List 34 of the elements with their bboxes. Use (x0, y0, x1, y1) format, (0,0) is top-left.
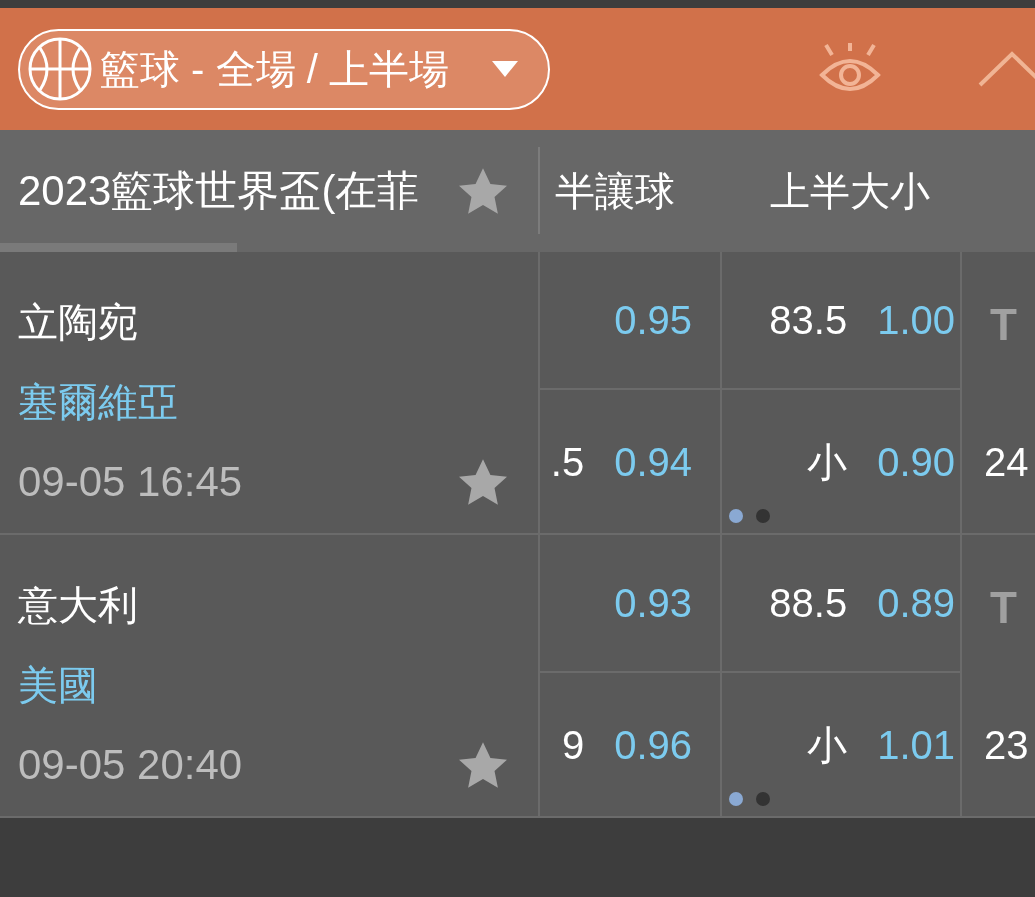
team-name: 意大利 (18, 585, 138, 625)
odds-value[interactable]: 1.00 (877, 300, 955, 340)
total-line: 83.5 (769, 300, 848, 340)
sport-selector[interactable]: 籃球 - 全場 / 上半場 (18, 28, 550, 110)
tv-label: T (990, 586, 1017, 630)
handicap-line: 9 (561, 724, 585, 765)
handicap-line: .5 (550, 441, 585, 482)
match-time: 09-05 20:40 (18, 744, 243, 786)
match-time: 09-05 16:45 (18, 461, 243, 503)
team-name: 立陶宛 (18, 302, 138, 342)
star-icon[interactable] (459, 742, 507, 788)
total-line: 88.5 (769, 583, 848, 623)
team-name: 美國 (18, 665, 98, 705)
odds-value[interactable]: 0.93 (614, 583, 692, 623)
odds-value[interactable]: 0.95 (614, 300, 692, 340)
odds-value[interactable]: 0.94 (614, 441, 692, 482)
caret-icon (492, 61, 518, 77)
total-line: 小 (807, 441, 848, 482)
total-line: 小 (807, 724, 848, 765)
basketball-icon (28, 37, 92, 101)
chevron-up-icon[interactable] (978, 51, 1035, 87)
league-title: 2023籃球世界盃(在菲 (18, 169, 420, 212)
star-icon[interactable] (459, 167, 507, 214)
odds-value[interactable]: 0.90 (877, 441, 955, 482)
odds-value[interactable]: 0.89 (877, 583, 955, 623)
column-header: 半讓球 (555, 170, 675, 211)
cell-value: 23 (984, 724, 1029, 765)
odds-value[interactable]: 0.96 (614, 724, 692, 765)
team-name: 塞爾維亞 (18, 382, 178, 422)
tv-label: T (990, 303, 1017, 347)
star-icon[interactable] (459, 459, 507, 505)
column-header: 上半大小 (770, 170, 930, 211)
odds-value[interactable]: 1.01 (877, 724, 955, 765)
cell-value: 24 (984, 441, 1029, 482)
